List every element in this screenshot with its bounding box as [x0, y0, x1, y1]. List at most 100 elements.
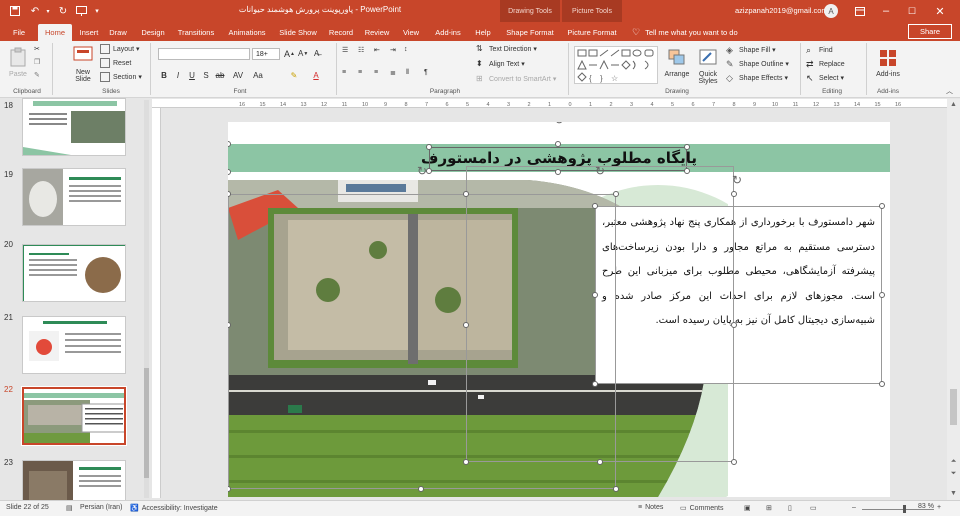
increase-indent-icon[interactable]: ⇥ [390, 46, 396, 54]
tab-record[interactable]: Record [326, 24, 356, 41]
undo-dropdown-icon[interactable]: ▾ [44, 3, 52, 19]
numbering-icon[interactable]: ☷ [358, 46, 364, 54]
tell-me-search[interactable]: ♡ Tell me what you want to do [632, 24, 738, 41]
align-right-icon[interactable]: ≡ [374, 69, 378, 76]
cut-icon[interactable]: ✂ [34, 45, 40, 53]
rotate-handle-icon[interactable]: ↻ [553, 122, 565, 127]
resize-handle[interactable] [879, 292, 885, 298]
shape-effects-button[interactable]: ◇ Shape Effects ▾ [726, 73, 788, 83]
increase-font-icon[interactable]: A ▲ [284, 49, 295, 59]
resize-handle[interactable] [555, 141, 561, 147]
copy-icon[interactable]: ❐ [34, 58, 40, 66]
resize-handle[interactable] [613, 486, 619, 492]
redo-icon[interactable]: ↻ [56, 3, 70, 19]
next-slide-icon[interactable]: ⏷ [947, 468, 960, 479]
add-ins-button[interactable]: Add-ins [872, 47, 904, 78]
zoom-out-icon[interactable]: – [852, 504, 856, 511]
paste-button[interactable]: Paste [6, 47, 30, 78]
resize-handle[interactable] [731, 322, 737, 328]
resize-handle[interactable] [597, 459, 603, 465]
resize-handle[interactable] [613, 191, 619, 197]
minimize-icon[interactable]: – [878, 3, 894, 19]
tab-home[interactable]: Home [38, 24, 72, 41]
resize-handle[interactable] [463, 191, 469, 197]
rotate-handle-icon[interactable]: ↻ [594, 164, 606, 178]
customize-toolbar-icon[interactable]: ▾ [92, 3, 102, 19]
resize-handle[interactable] [463, 322, 469, 328]
resize-handle[interactable] [684, 144, 690, 150]
resize-handle[interactable] [879, 381, 885, 387]
justify-icon[interactable]: ≣ [390, 69, 396, 77]
reset-button[interactable]: Reset [100, 58, 131, 68]
line-spacing-icon[interactable]: ↕ [404, 46, 408, 53]
present-from-beginning-icon[interactable] [74, 3, 88, 19]
scroll-up-icon[interactable]: ▲ [947, 99, 960, 110]
resize-handle[interactable] [592, 292, 598, 298]
resize-handle[interactable] [731, 459, 737, 465]
tab-design[interactable]: Design [136, 24, 170, 41]
resize-handle[interactable] [592, 381, 598, 387]
new-slide-button[interactable]: New Slide [68, 45, 98, 83]
rtl-direction-icon[interactable]: ¶ [424, 69, 428, 76]
text-direction-button[interactable]: ⇅ Text Direction ▾ [476, 44, 537, 54]
font-name-dropdown[interactable] [158, 48, 250, 60]
share-button[interactable]: Share [908, 24, 952, 39]
previous-slide-icon[interactable]: ⏶ [947, 456, 960, 467]
tab-transitions[interactable]: Transitions [174, 24, 218, 41]
user-email[interactable]: azizpanah2019@gmail.com [735, 6, 828, 15]
font-color-icon[interactable]: A [310, 69, 322, 81]
scrollbar-thumb[interactable] [144, 368, 149, 478]
slide[interactable]: پایگاه مطلوب پژوهشی در دامستورف شهر دامس… [228, 122, 890, 497]
language-indicator[interactable]: Persian (Iran) [80, 504, 122, 511]
tab-file[interactable]: File [6, 24, 32, 41]
italic-icon[interactable]: I [172, 69, 184, 81]
slide-thumbnail-22[interactable] [21, 386, 127, 446]
change-case-icon[interactable]: Aa [252, 69, 264, 81]
shape-fill-button[interactable]: ◈ Shape Fill ▾ [726, 45, 776, 55]
accessibility-status[interactable]: ♿ Accessibility: Investigate [130, 504, 218, 513]
align-left-icon[interactable]: ≡ [342, 69, 346, 76]
highlight-icon[interactable]: ✎ [288, 69, 300, 81]
align-center-icon[interactable]: ≡ [358, 69, 362, 76]
decrease-indent-icon[interactable]: ⇤ [374, 46, 380, 54]
shadow-icon[interactable]: S [200, 69, 212, 81]
thumbnail-scrollbar[interactable] [144, 100, 149, 498]
tab-picture-format[interactable]: Picture Format [562, 24, 622, 41]
resize-handle[interactable] [684, 168, 690, 174]
rotate-handle-icon[interactable]: ↻ [731, 173, 743, 187]
bullets-icon[interactable]: ☰ [342, 46, 348, 54]
scroll-down-icon[interactable]: ▼ [947, 488, 960, 499]
find-button[interactable]: ⌕ Find [806, 45, 833, 55]
collapse-ribbon-icon[interactable]: ︿ [946, 86, 953, 96]
slide-thumbnail-19[interactable] [22, 168, 126, 226]
columns-icon[interactable]: ⫴ [406, 69, 409, 77]
comments-button[interactable]: ▭ Comments [680, 504, 723, 513]
slideshow-view-icon[interactable]: ▭ [810, 504, 817, 512]
underline-icon[interactable]: U [186, 69, 198, 81]
character-spacing-icon[interactable]: AV [232, 69, 244, 81]
tab-draw[interactable]: Draw [106, 24, 130, 41]
tab-help[interactable]: Help [470, 24, 496, 41]
resize-handle[interactable] [731, 191, 737, 197]
resize-handle[interactable] [555, 169, 561, 175]
slide-thumbnail-21[interactable] [22, 316, 126, 374]
tab-animations[interactable]: Animations [224, 24, 270, 41]
arrange-button[interactable]: Arrange [662, 47, 692, 78]
replace-button[interactable]: ⇄ Replace [806, 59, 845, 69]
notes-button[interactable]: ≡ Notes [638, 504, 663, 511]
section-button[interactable]: Section ▾ [100, 72, 142, 82]
resize-handle[interactable] [426, 168, 432, 174]
spellcheck-icon[interactable]: ▤ [66, 504, 73, 512]
reading-view-icon[interactable]: ▯ [788, 504, 792, 512]
format-painter-icon[interactable]: ✎ [34, 71, 40, 79]
zoom-percentage[interactable]: 83 % [918, 503, 934, 510]
save-icon[interactable] [8, 3, 22, 19]
strikethrough-icon[interactable]: ab [214, 69, 226, 81]
shape-outline-button[interactable]: ✎ Shape Outline ▾ [726, 59, 789, 69]
slide-vertical-scrollbar[interactable]: ▲ ⏶ ⏷ ▼ [947, 99, 960, 500]
slide-thumbnail-18[interactable] [22, 98, 126, 156]
resize-handle[interactable] [228, 169, 231, 175]
bold-icon[interactable]: B [158, 69, 170, 81]
slide-thumbnail-20[interactable] [22, 244, 126, 302]
maximize-icon[interactable]: ☐ [904, 3, 920, 19]
